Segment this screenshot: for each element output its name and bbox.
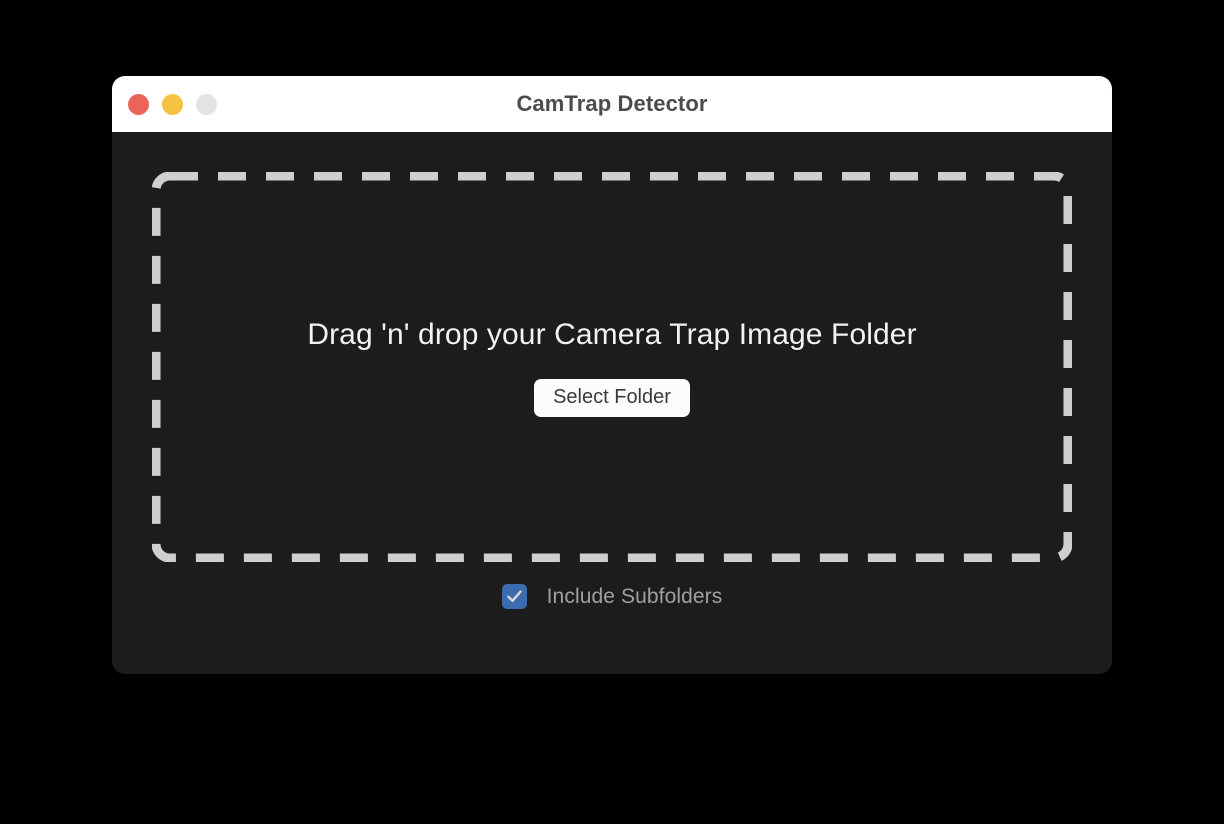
close-button-icon[interactable] xyxy=(128,93,149,115)
checkmark-icon xyxy=(506,590,522,602)
window-titlebar: CamTrap Detector xyxy=(112,76,1112,132)
dropzone-content: Drag 'n' drop your Camera Trap Image Fol… xyxy=(152,172,1072,562)
page-root: CamTrap Detector Drag 'n' drop your Came… xyxy=(0,0,1224,824)
window-title: CamTrap Detector xyxy=(516,91,708,116)
include-subfolders-label: Include Subfolders xyxy=(546,584,723,608)
folder-dropzone[interactable]: Drag 'n' drop your Camera Trap Image Fol… xyxy=(152,172,1072,562)
window-body: Drag 'n' drop your Camera Trap Image Fol… xyxy=(112,132,1112,674)
window-controls xyxy=(128,76,217,132)
zoom-button-icon[interactable] xyxy=(196,93,217,115)
include-subfolders-checkbox[interactable] xyxy=(501,584,527,609)
dropzone-headline: Drag 'n' drop your Camera Trap Image Fol… xyxy=(307,317,917,351)
minimize-button-icon[interactable] xyxy=(162,93,183,115)
select-folder-button[interactable]: Select Folder xyxy=(534,378,690,417)
include-subfolders-row: Include Subfolders xyxy=(112,584,1112,609)
app-window: CamTrap Detector Drag 'n' drop your Came… xyxy=(112,76,1112,674)
